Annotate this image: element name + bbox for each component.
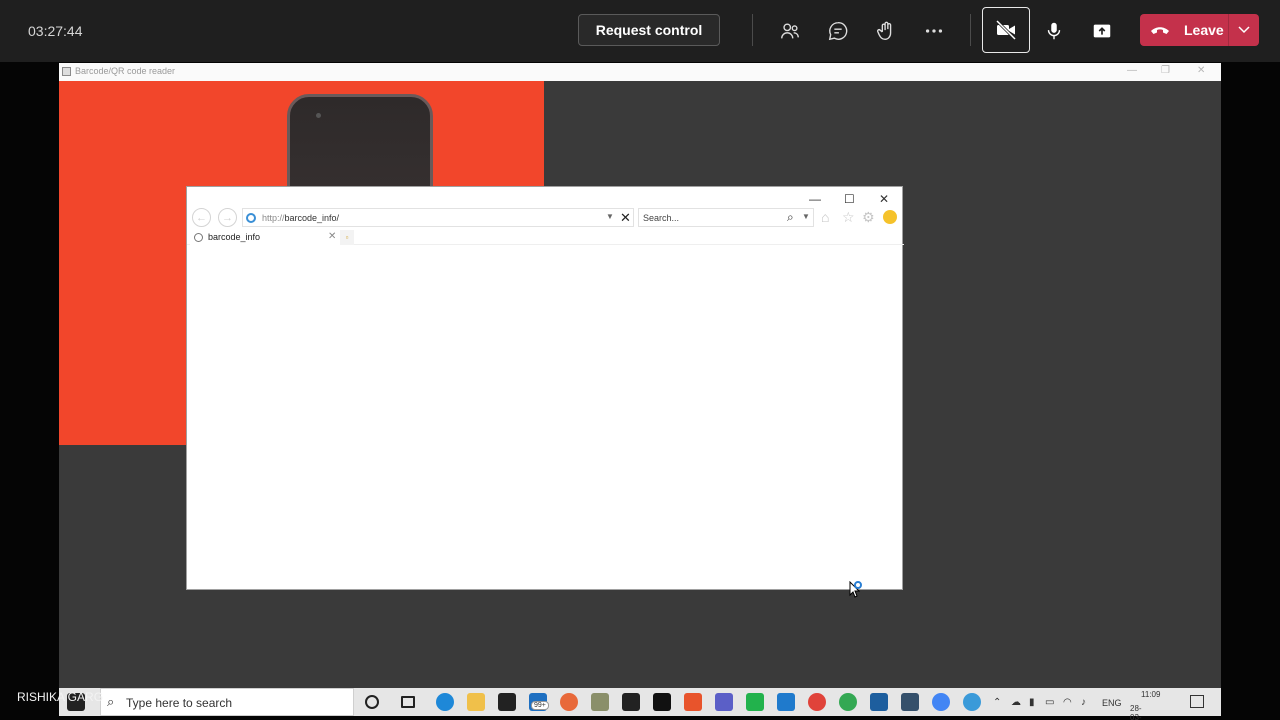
search-icon[interactable]: ⌕ [787, 210, 794, 225]
loading-icon [194, 233, 203, 242]
green-app-icon[interactable] [746, 693, 764, 711]
browser-tabstrip: barcode_info ✕ ▫ [187, 230, 904, 245]
phone-camera-dot [316, 113, 321, 118]
presenter-name: RISHIKA GARG [17, 690, 104, 704]
leave-label: Leave [1184, 22, 1224, 38]
search-dropdown-icon[interactable]: ▼ [802, 212, 810, 221]
store-icon[interactable] [498, 693, 516, 711]
clock-time[interactable]: 11:09 [1141, 690, 1160, 699]
shared-screen: Barcode/QR code reader — ❐ ✕ — ☐ ✕ ← → h… [59, 63, 1221, 688]
file-explorer-icon[interactable] [467, 693, 485, 711]
camera-toggle-button[interactable] [982, 7, 1030, 53]
address-bar[interactable]: http://barcode_info/ ▼ ✕ [242, 208, 634, 227]
new-tab-icon[interactable]: ▫ [340, 230, 354, 245]
chevron-down-icon [1238, 26, 1250, 34]
toolbar-divider [752, 14, 753, 46]
app-icon[interactable] [901, 693, 919, 711]
more-icon[interactable] [918, 15, 950, 47]
edge-icon[interactable] [436, 693, 454, 711]
vscode-icon[interactable] [777, 693, 795, 711]
forward-icon[interactable]: → [218, 208, 237, 227]
notion-icon[interactable] [653, 693, 671, 711]
restore-icon[interactable]: ❐ [1161, 65, 1170, 76]
busy-cursor-icon [849, 581, 862, 598]
browser-window: — ☐ ✕ ← → http://barcode_info/ ▼ ✕ Searc… [186, 186, 904, 590]
app-icon [62, 67, 71, 76]
whatsapp-icon[interactable] [839, 693, 857, 711]
settings-icon[interactable]: ⚙ [862, 209, 875, 226]
wifi-icon[interactable]: ◠ [1063, 697, 1072, 708]
minimize-icon[interactable]: — [809, 192, 821, 206]
search-icon: ⌕ [107, 694, 115, 709]
microphone-icon[interactable] [1038, 15, 1070, 47]
close-icon[interactable]: ✕ [879, 192, 889, 206]
request-control-button[interactable]: Request control [578, 14, 720, 46]
chrome-icon[interactable] [932, 693, 950, 711]
chevron-up-icon[interactable]: ⌃ [993, 697, 1001, 708]
dropbox-icon[interactable] [622, 693, 640, 711]
meeting-timer: 03:27:44 [28, 23, 83, 39]
office-icon[interactable] [684, 693, 702, 711]
search-box[interactable]: Search... ⌕ ▼ [638, 208, 814, 227]
meeting-toolbar: 03:27:44 Request control Leave [0, 0, 1280, 62]
app-icon[interactable] [870, 693, 888, 711]
chat-icon[interactable] [822, 15, 854, 47]
stop-icon[interactable]: ✕ [620, 210, 631, 226]
taskbar-search-placeholder: Type here to search [126, 696, 233, 710]
usb-icon[interactable]: ▮ [1029, 697, 1035, 708]
ie-page-icon [246, 213, 256, 223]
app-icon[interactable] [591, 693, 609, 711]
app-titlebar: Barcode/QR code reader — ❐ ✕ [59, 63, 1221, 81]
browser-tab[interactable]: barcode_info ✕ [190, 230, 340, 245]
volume-icon[interactable]: ♪ [1081, 697, 1086, 708]
home-icon[interactable]: ⌂ [821, 209, 829, 225]
address-dropdown-icon[interactable]: ▼ [606, 212, 614, 221]
windows-taskbar: ⌕ Type here to search 99+ ⌃ ☁ ▮ ▭ ◠ ♪ EN… [59, 688, 1221, 720]
back-icon[interactable]: ← [192, 208, 211, 227]
leave-button[interactable]: Leave [1140, 14, 1259, 46]
favorites-icon[interactable]: ☆ [842, 209, 855, 226]
minimize-icon[interactable]: — [1127, 65, 1137, 76]
close-icon[interactable]: ✕ [1197, 65, 1205, 76]
language-indicator[interactable]: ENG [1102, 698, 1122, 708]
camera-off-icon [995, 19, 1017, 41]
teams-icon[interactable] [715, 693, 733, 711]
taskbar-search[interactable]: ⌕ Type here to search [100, 688, 354, 716]
notification-icon[interactable] [1190, 695, 1204, 708]
mail-badge: 99+ [531, 701, 549, 710]
cortana-icon[interactable] [365, 695, 379, 709]
leave-options-button[interactable] [1229, 14, 1259, 46]
internet-explorer-icon[interactable] [963, 693, 981, 711]
maximize-icon[interactable]: ☐ [844, 192, 855, 206]
clock-date[interactable]: 28-03-2021 [1130, 704, 1148, 720]
participants-icon[interactable] [774, 15, 806, 47]
close-tab-icon[interactable]: ✕ [328, 231, 336, 242]
battery-icon[interactable]: ▭ [1045, 697, 1054, 708]
browser-navbar: ← → http://barcode_info/ ▼ ✕ Search... ⌕… [187, 207, 904, 229]
toolbar-divider [970, 14, 971, 46]
firefox-icon[interactable] [560, 693, 578, 711]
task-view-icon[interactable] [401, 696, 415, 708]
share-icon[interactable] [1086, 15, 1118, 47]
feedback-smiley-icon[interactable] [883, 210, 897, 224]
onedrive-icon[interactable]: ☁ [1011, 697, 1021, 708]
app-title: Barcode/QR code reader [75, 66, 176, 76]
phone-hangup-icon [1151, 27, 1169, 34]
leave-main[interactable]: Leave [1140, 14, 1228, 46]
raise-hand-icon[interactable] [870, 15, 902, 47]
tab-title: barcode_info [208, 232, 261, 242]
address-url: http://barcode_info/ [262, 213, 340, 223]
search-placeholder: Search... [643, 213, 680, 223]
chrome-icon[interactable] [808, 693, 826, 711]
